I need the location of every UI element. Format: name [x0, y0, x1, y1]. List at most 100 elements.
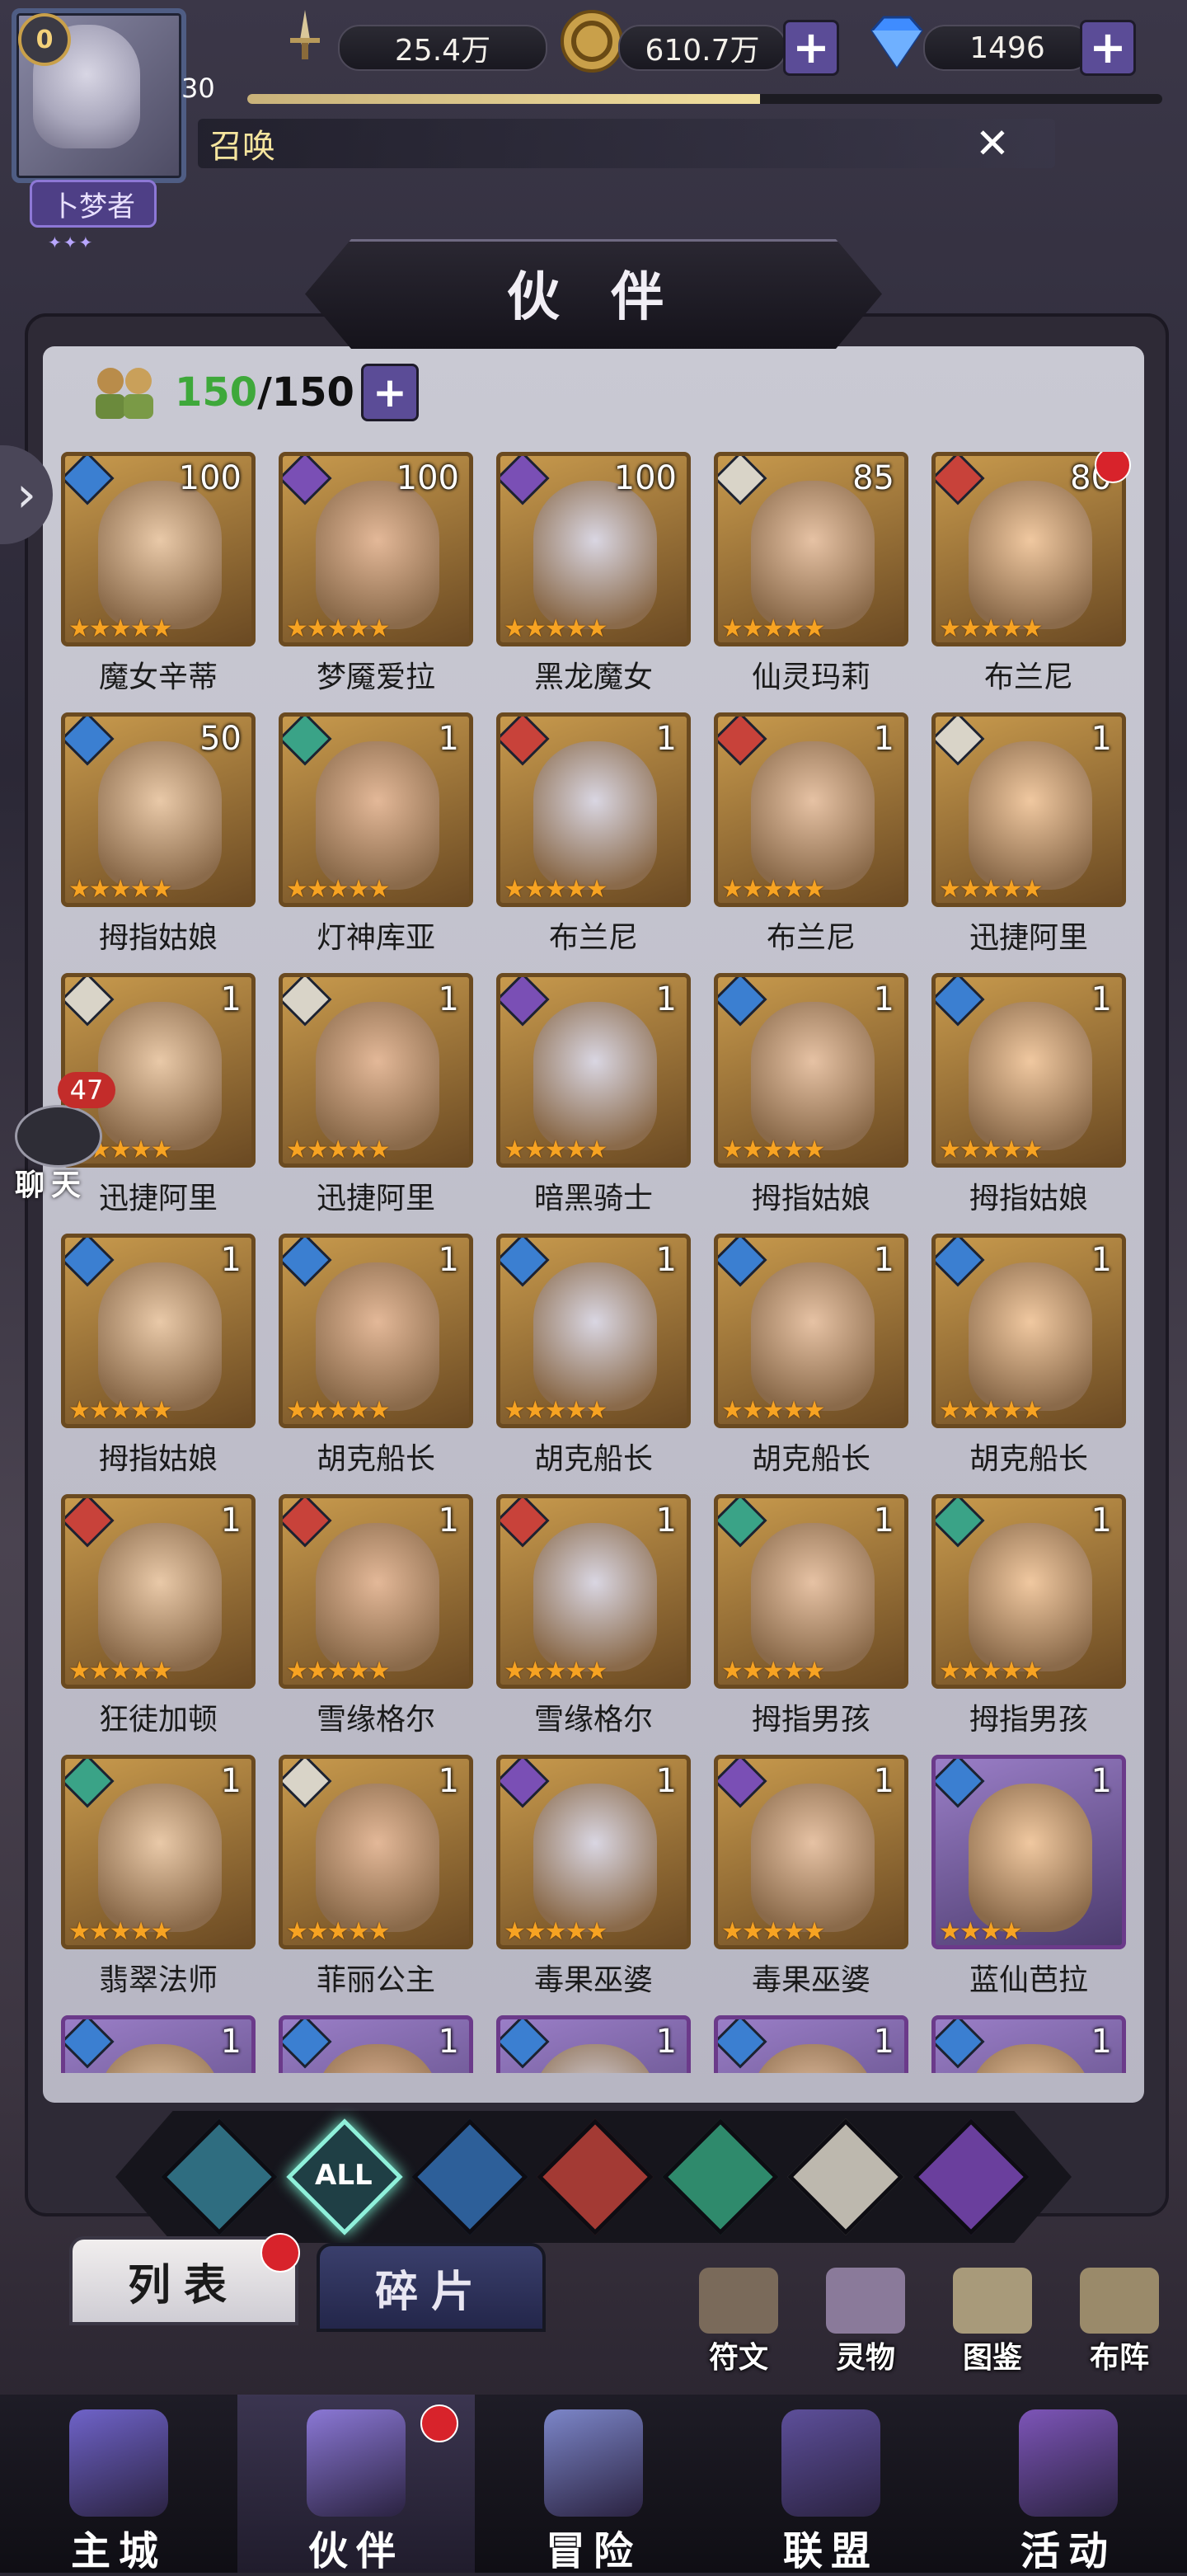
hero-card[interactable]: 1 ★★★★★ 毒果巫婆 — [496, 1755, 691, 2002]
hero-card[interactable]: 1 ★★★★★ 拇指姑娘 — [714, 973, 908, 1220]
hero-card[interactable]: 1 ★★★★★ 翡翠法师 — [61, 1755, 256, 2002]
capacity-current: 150 — [175, 369, 258, 416]
hero-grid: 100 ★★★★★ 魔女辛蒂 100 ★★★★★ 梦魇爱拉 100 ★★★★★ 黑龙魔女 85 ★★… — [61, 452, 1133, 2073]
hero-portrait: 1 ★★★★★ — [931, 973, 1126, 1168]
hero-stars: ★★★★★ — [504, 1135, 608, 1164]
hero-face — [751, 481, 875, 629]
hero-portrait: 1 ★★★★★ — [279, 973, 473, 1168]
hero-stars: ★★★★★ — [504, 1396, 608, 1425]
hero-card[interactable]: 1 ★★★★★ 拇指男孩 — [931, 1494, 1126, 1742]
hero-card[interactable]: 1 ★★★★★ 菲丽公主 — [279, 1755, 473, 2002]
gem-icon — [864, 8, 930, 74]
tool-1-button[interactable]: 灵物 — [816, 2268, 915, 2376]
tab-fragments[interactable]: 碎片 — [317, 2243, 546, 2332]
hero-portrait: 1 ★★★★★ — [279, 712, 473, 907]
nav-item-2[interactable]: 冒险 — [475, 2395, 712, 2574]
xp-bar-fill — [247, 94, 760, 104]
hero-portrait: 85 ★★★★★ — [714, 452, 908, 646]
tab-list-notification-dot — [260, 2233, 300, 2273]
chat-button[interactable]: 47 聊天 — [10, 1072, 115, 1204]
hero-stars: ★★★★★ — [721, 1135, 825, 1164]
hero-face — [98, 1262, 222, 1411]
hero-name: 暗黑骑士 — [533, 1182, 653, 1215]
hero-portrait: 1 ★★★★★ — [61, 1234, 256, 1428]
hero-face — [316, 2044, 439, 2073]
hero-portrait: 1 — [279, 2015, 473, 2073]
hero-card[interactable]: 1 ★★★★★ 拇指男孩 — [714, 1494, 908, 1742]
element-fire-icon — [936, 456, 985, 505]
element-water-icon — [936, 1238, 985, 1287]
hero-card[interactable]: 1 — [279, 2015, 473, 2073]
nav-item-1[interactable]: 伙伴 — [237, 2395, 475, 2574]
hero-card[interactable]: 1 — [61, 2015, 256, 2073]
nav-item-3[interactable]: 联盟 — [712, 2395, 950, 2574]
hero-card[interactable]: 1 ★★★★★ 雪缘格尔 — [496, 1494, 691, 1742]
hero-card[interactable]: 1 ★★★★★ 雪缘格尔 — [279, 1494, 473, 1742]
nav-item-4[interactable]: 活动 — [950, 2395, 1187, 2574]
hero-card[interactable]: 1 ★★★★★ 灯神库亚 — [279, 712, 473, 960]
nav-item-0[interactable]: 主城 — [0, 2395, 237, 2574]
title-stars: ✦✦✦ — [48, 233, 95, 252]
hero-card[interactable]: 1 ★★★★ 蓝仙芭拉 — [931, 1755, 1126, 2002]
element-water-icon — [718, 2019, 767, 2069]
hero-face — [751, 1262, 875, 1411]
hero-card[interactable]: 1 ★★★★★ 胡克船长 — [496, 1234, 691, 1481]
hero-card[interactable]: 100 ★★★★★ 梦魇爱拉 — [279, 452, 473, 699]
hero-level: 1 — [873, 980, 894, 1018]
hero-level: 1 — [1091, 2023, 1112, 2061]
add-gems-button[interactable]: + — [1080, 20, 1136, 76]
hero-level: 1 — [438, 980, 459, 1018]
hero-face — [98, 481, 222, 629]
hero-portrait: 50 ★★★★★ — [61, 712, 256, 907]
hero-level: 1 — [220, 980, 242, 1018]
tool-0-button[interactable]: 符文 — [689, 2268, 788, 2376]
tool-label: 符文 — [708, 2341, 768, 2375]
hero-card[interactable]: 1 — [714, 2015, 908, 2073]
hero-level: 1 — [1091, 1502, 1112, 1539]
element-water-icon — [718, 977, 767, 1027]
hero-card[interactable]: 1 — [931, 2015, 1126, 2073]
nav-label: 主城 — [70, 2528, 167, 2574]
hero-card[interactable]: 1 ★★★★★ 迅捷阿里 — [279, 973, 473, 1220]
hero-face — [751, 1784, 875, 1932]
hero-card[interactable]: 1 ★★★★★ 毒果巫婆 — [714, 1755, 908, 2002]
hero-card[interactable]: 1 ★★★★★ 拇指姑娘 — [931, 973, 1126, 1220]
hero-card[interactable]: 1 ★★★★★ 迅捷阿里 — [931, 712, 1126, 960]
hero-card[interactable]: 1 ★★★★★ 布兰尼 — [714, 712, 908, 960]
hero-face — [316, 741, 439, 890]
hero-card[interactable]: 1 ★★★★★ 胡克船长 — [931, 1234, 1126, 1481]
hero-card[interactable]: 1 ★★★★★ 胡克船长 — [714, 1234, 908, 1481]
tool-2-button[interactable]: 图鉴 — [943, 2268, 1042, 2376]
hero-card[interactable]: 100 ★★★★★ 黑龙魔女 — [496, 452, 691, 699]
hero-card[interactable]: 80 ★★★★★ 布兰尼 — [931, 452, 1131, 699]
hero-stars: ★★★★★ — [504, 614, 608, 643]
hero-face — [533, 1784, 657, 1932]
hero-face — [316, 1262, 439, 1411]
hero-card[interactable]: 85 ★★★★★ 仙灵玛莉 — [714, 452, 908, 699]
add-gold-button[interactable]: + — [783, 20, 839, 76]
hero-stars: ★★★★★ — [939, 875, 1043, 904]
element-water-icon — [936, 2019, 985, 2069]
sword-icon — [272, 3, 338, 69]
hero-level: 50 — [199, 720, 242, 758]
hero-portrait: 1 ★★★★★ — [496, 1755, 691, 1949]
tool-3-button[interactable]: 布阵 — [1070, 2268, 1169, 2376]
hero-portrait: 1 ★★★★★ — [714, 1234, 908, 1428]
expand-capacity-button[interactable]: + — [360, 364, 419, 421]
hero-face — [969, 2044, 1092, 2073]
hero-card[interactable]: 1 ★★★★★ 布兰尼 — [496, 712, 691, 960]
hero-card[interactable]: 1 ★★★★★ 狂徒加顿 — [61, 1494, 256, 1742]
hero-card[interactable]: 1 ★★★★★ 暗黑骑士 — [496, 973, 691, 1220]
hero-card[interactable]: 1 — [496, 2015, 691, 2073]
hero-name: 胡克船长 — [969, 1442, 1088, 1476]
notice-banner[interactable]: 召唤 — [198, 119, 1055, 168]
hero-card[interactable]: 1 ★★★★★ 胡克船长 — [279, 1234, 473, 1481]
hero-name: 黑龙魔女 — [533, 660, 653, 694]
close-icon[interactable]: ✕ — [971, 120, 1014, 167]
hero-stars: ★★★★★ — [504, 1657, 608, 1685]
hero-card[interactable]: 50 ★★★★★ 拇指姑娘 — [61, 712, 256, 960]
hero-card[interactable]: 1 ★★★★★ 拇指姑娘 — [61, 1234, 256, 1481]
hero-name: 迅捷阿里 — [316, 1182, 435, 1215]
hero-card[interactable]: 100 ★★★★★ 魔女辛蒂 — [61, 452, 256, 699]
hero-level: 1 — [655, 1241, 677, 1279]
